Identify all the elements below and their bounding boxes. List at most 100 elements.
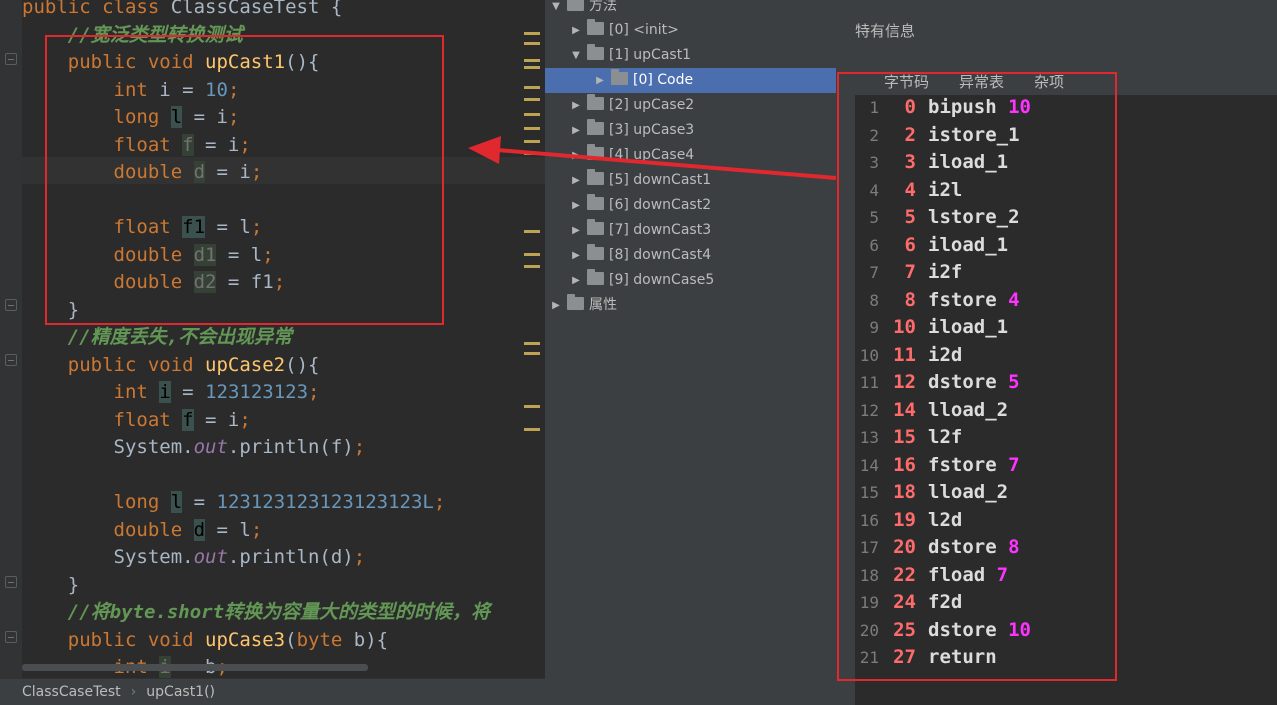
tree-item-label: 方法: [589, 0, 617, 14]
expand-arrow-icon[interactable]: ▶: [569, 93, 583, 118]
expand-arrow-icon[interactable]: ▶: [569, 168, 583, 193]
code-token: =: [182, 491, 217, 513]
bytecode-opcode: lload_2: [928, 481, 1009, 503]
fold-marker[interactable]: [5, 299, 17, 311]
fold-marker[interactable]: [5, 354, 17, 366]
warning-mark[interactable]: [524, 405, 540, 408]
tree-item[interactable]: ▶ [7] downCast3: [569, 218, 711, 243]
code-line[interactable]: double d1 = l;: [22, 242, 274, 269]
folder-icon: [567, 0, 584, 11]
code-token: public: [67, 51, 148, 73]
tree-item[interactable]: ▶ [2] upCase2: [569, 93, 694, 118]
line-number: 3: [869, 153, 879, 172]
code-line[interactable]: public class ClassCaseTest {: [22, 0, 342, 21]
warning-mark[interactable]: [524, 428, 540, 431]
expand-arrow-icon[interactable]: ▶: [569, 218, 583, 243]
expand-arrow-icon[interactable]: ▶: [549, 293, 563, 318]
code-line[interactable]: //将byte.short转换为容量大的类型的时候，将: [22, 599, 490, 626]
warning-mark[interactable]: [524, 265, 540, 268]
code-line[interactable]: float f = i;: [22, 407, 251, 434]
code-line[interactable]: }: [22, 572, 79, 599]
tree-item[interactable]: ▶ [6] downCast2: [569, 193, 711, 218]
expand-arrow-icon[interactable]: ▶: [593, 68, 607, 93]
code-line[interactable]: int i = 123123123;: [22, 379, 319, 406]
warning-mark[interactable]: [524, 42, 540, 45]
warning-mark[interactable]: [524, 152, 540, 155]
expand-arrow-icon[interactable]: ▶: [569, 193, 583, 218]
tab-bytecode[interactable]: 字节码: [879, 70, 934, 97]
bytecode-offset: 5: [904, 206, 916, 228]
code-line[interactable]: //宽泛类型转换测试: [22, 22, 243, 49]
error-stripe[interactable]: [522, 0, 544, 678]
warning-mark[interactable]: [524, 113, 540, 116]
horizontal-scrollbar[interactable]: [22, 664, 368, 671]
code-line[interactable]: System.out.println(d);: [22, 544, 366, 571]
breadcrumb-class[interactable]: ClassCaseTest: [22, 684, 121, 700]
code-token: i: [159, 381, 171, 403]
warning-mark[interactable]: [524, 32, 540, 35]
tree-item[interactable]: ▶ [5] downCast1: [569, 168, 711, 193]
tree-item[interactable]: ▶ [3] upCase3: [569, 118, 694, 143]
fold-marker[interactable]: [5, 53, 17, 65]
bytecode-listing[interactable]: 1 0 bipush 10 2 2 istore_1 3 3 iload_1 4 4 i2l 5 5 lst…: [855, 95, 1277, 705]
breadcrumb-method[interactable]: upCast1(): [146, 684, 215, 700]
fold-marker[interactable]: [5, 631, 17, 643]
tree-item-label: [6] downCast2: [609, 197, 712, 213]
tree-item[interactable]: ▼ [1] upCast1: [569, 43, 691, 68]
fold-marker[interactable]: [5, 576, 17, 588]
code-token: = l: [205, 216, 251, 238]
warning-mark[interactable]: [524, 127, 540, 130]
tab-misc[interactable]: 杂项: [1034, 70, 1064, 95]
expand-arrow-icon[interactable]: ▶: [569, 118, 583, 143]
tab-exception-table[interactable]: 异常表: [959, 70, 1004, 95]
tree-item[interactable]: ▶ 属性: [549, 293, 617, 318]
code-token: int: [113, 381, 160, 403]
warning-mark[interactable]: [524, 98, 540, 101]
warning-mark[interactable]: [524, 140, 540, 143]
code-line[interactable]: public void upCase3(byte b){: [22, 627, 388, 654]
expand-arrow-icon[interactable]: ▶: [569, 243, 583, 268]
code-line[interactable]: public void upCast1(){: [22, 49, 320, 76]
expand-arrow-icon[interactable]: ▼: [549, 0, 563, 19]
line-number: 9: [869, 318, 879, 337]
warning-mark[interactable]: [524, 230, 540, 233]
code-line[interactable]: double d2 = f1;: [22, 269, 285, 296]
code-token: ;: [353, 546, 366, 568]
tree-item[interactable]: ▶ [9] downCase5: [569, 268, 714, 293]
collapse-arrow-icon[interactable]: ▼: [569, 43, 583, 68]
code-line[interactable]: float f = i;: [22, 132, 251, 159]
code-token: .println(f): [227, 436, 354, 458]
tree-root-methods[interactable]: ▼ 方法: [549, 0, 617, 19]
code-token: .println(d): [227, 546, 354, 568]
tree-item[interactable]: ▶ [8] downCast4: [569, 243, 711, 268]
tree-item[interactable]: ▶ [0] Code: [545, 68, 836, 93]
code-line[interactable]: long l = 123123123123123123L;: [22, 489, 445, 516]
code-line[interactable]: //精度丢失,不会出现异常: [22, 324, 292, 351]
expand-arrow-icon[interactable]: ▶: [569, 268, 583, 293]
warning-mark[interactable]: [524, 66, 540, 69]
code-line[interactable]: public void upCase2(){: [22, 352, 320, 379]
code-line[interactable]: System.out.println(f);: [22, 434, 366, 461]
code-line[interactable]: double d = l;: [22, 517, 262, 544]
code-line[interactable]: long l = i;: [22, 104, 239, 131]
tree-item[interactable]: ▶ [0] <init>: [569, 18, 679, 43]
code-line[interactable]: double d = i;: [22, 159, 262, 186]
code-token: ClassCaseTest {: [170, 0, 343, 18]
warning-mark[interactable]: [524, 59, 540, 62]
warning-mark[interactable]: [524, 253, 540, 256]
code-editor[interactable]: public class ClassCaseTest { //宽泛类型转换测试 …: [0, 0, 545, 678]
class-structure-tree[interactable]: ▼ 方法 ▶ [0] <init> ▼ [1] upCast1 ▶ [0] Code ▶ [2]…: [545, 0, 855, 705]
expand-arrow-icon[interactable]: ▶: [569, 143, 583, 168]
code-line[interactable]: }: [22, 297, 79, 324]
code-token: ;: [227, 78, 240, 101]
code-line[interactable]: int i = 10;: [22, 77, 240, 104]
warning-mark[interactable]: [524, 342, 540, 345]
expand-arrow-icon[interactable]: ▶: [569, 18, 583, 43]
warning-mark[interactable]: [524, 86, 540, 89]
code-line[interactable]: float f1 = l;: [22, 214, 262, 241]
warning-mark[interactable]: [524, 352, 540, 355]
bytecode-opcode: lload_2: [928, 398, 1009, 421]
tree-item[interactable]: ▶ [4] upCase4: [569, 143, 694, 168]
